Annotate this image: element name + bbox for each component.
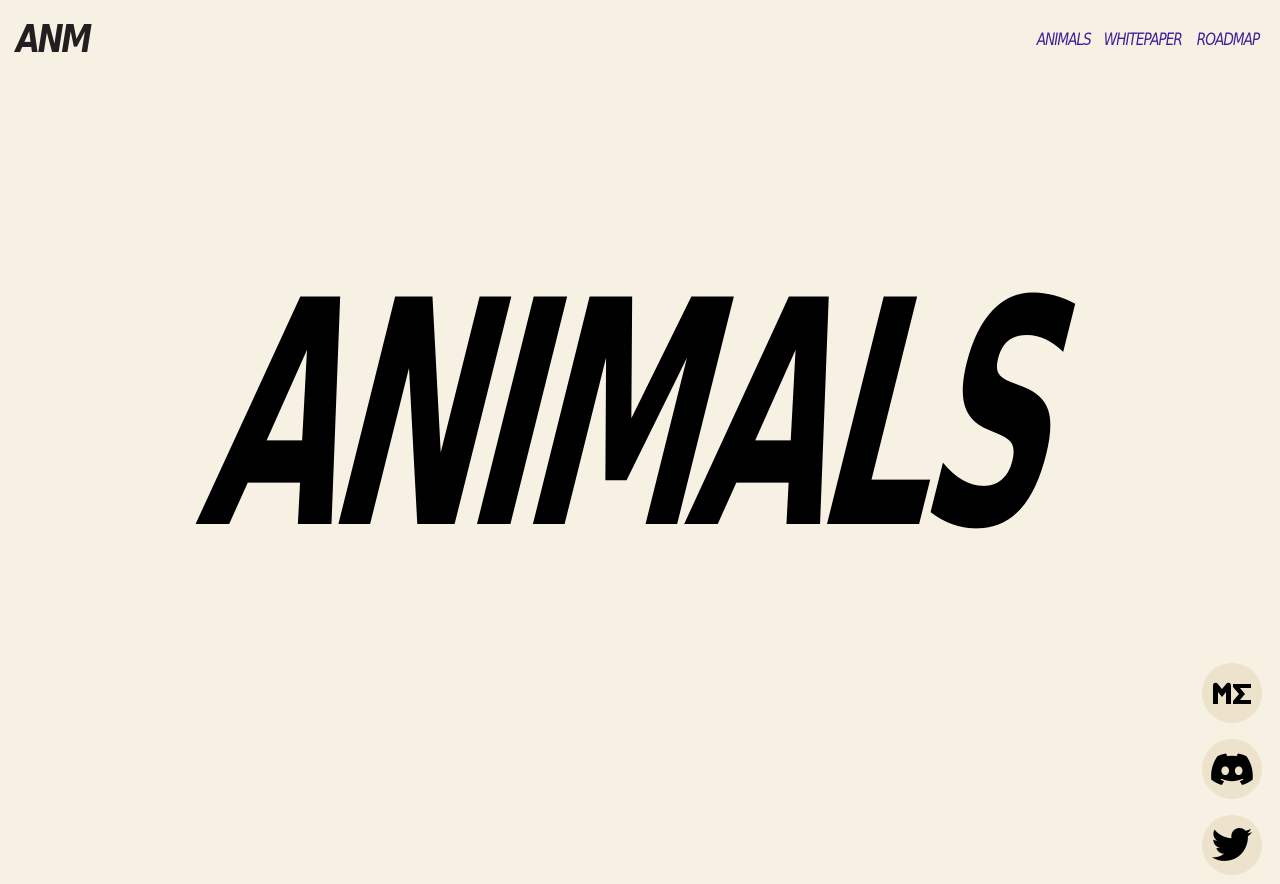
hero-title: ANIMALS (176, 234, 1104, 598)
site-logo[interactable]: ANM (16, 14, 92, 64)
nav-link-roadmap[interactable]: ROADMAP (1197, 28, 1260, 52)
twitter-icon (1212, 828, 1252, 861)
nav-link-whitepaper[interactable]: WHITEPAPER (1104, 28, 1183, 52)
discord-icon (1211, 753, 1253, 785)
discord-button[interactable] (1202, 739, 1262, 799)
hero-section: ANIMALS (0, 234, 1280, 598)
nav-link-animals[interactable]: ANIMALS (1037, 28, 1092, 52)
magic-eden-button[interactable] (1202, 663, 1262, 723)
magic-eden-icon (1213, 682, 1251, 704)
main-nav: ANIMALS WHITEPAPER ROADMAP (1037, 28, 1261, 52)
twitter-button[interactable] (1202, 815, 1262, 875)
